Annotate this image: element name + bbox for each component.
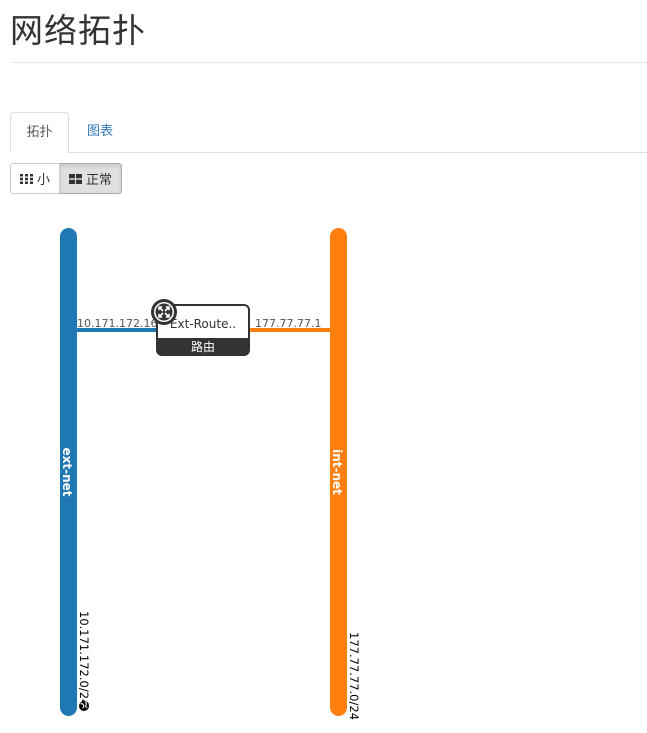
network-cidr-int-net: 177.77.77.0/24 xyxy=(347,632,361,720)
network-cidr-ext-net: 10.171.172.0/24 xyxy=(77,611,91,706)
router-name: Ext-Route.. xyxy=(170,317,236,331)
router-node[interactable]: Ext-Route.. 路由 xyxy=(151,299,250,356)
globe-icon xyxy=(79,701,89,711)
network-name-int-net: int-net xyxy=(330,449,344,495)
network-topology-canvas: ext-net 10.171.172.0/24 int-net 177.77.7… xyxy=(60,228,361,720)
port-ip-int: 177.77.77.1 xyxy=(255,317,321,330)
router-type-label: 路由 xyxy=(191,339,215,354)
port-ip-ext: 10.171.172.166 xyxy=(77,317,164,330)
router-icon xyxy=(151,299,177,325)
network-name-ext-net: ext-net xyxy=(60,447,74,496)
network-int-net[interactable]: int-net 177.77.77.0/24 xyxy=(330,228,361,720)
network-ext-net[interactable]: ext-net 10.171.172.0/24 xyxy=(60,228,91,716)
